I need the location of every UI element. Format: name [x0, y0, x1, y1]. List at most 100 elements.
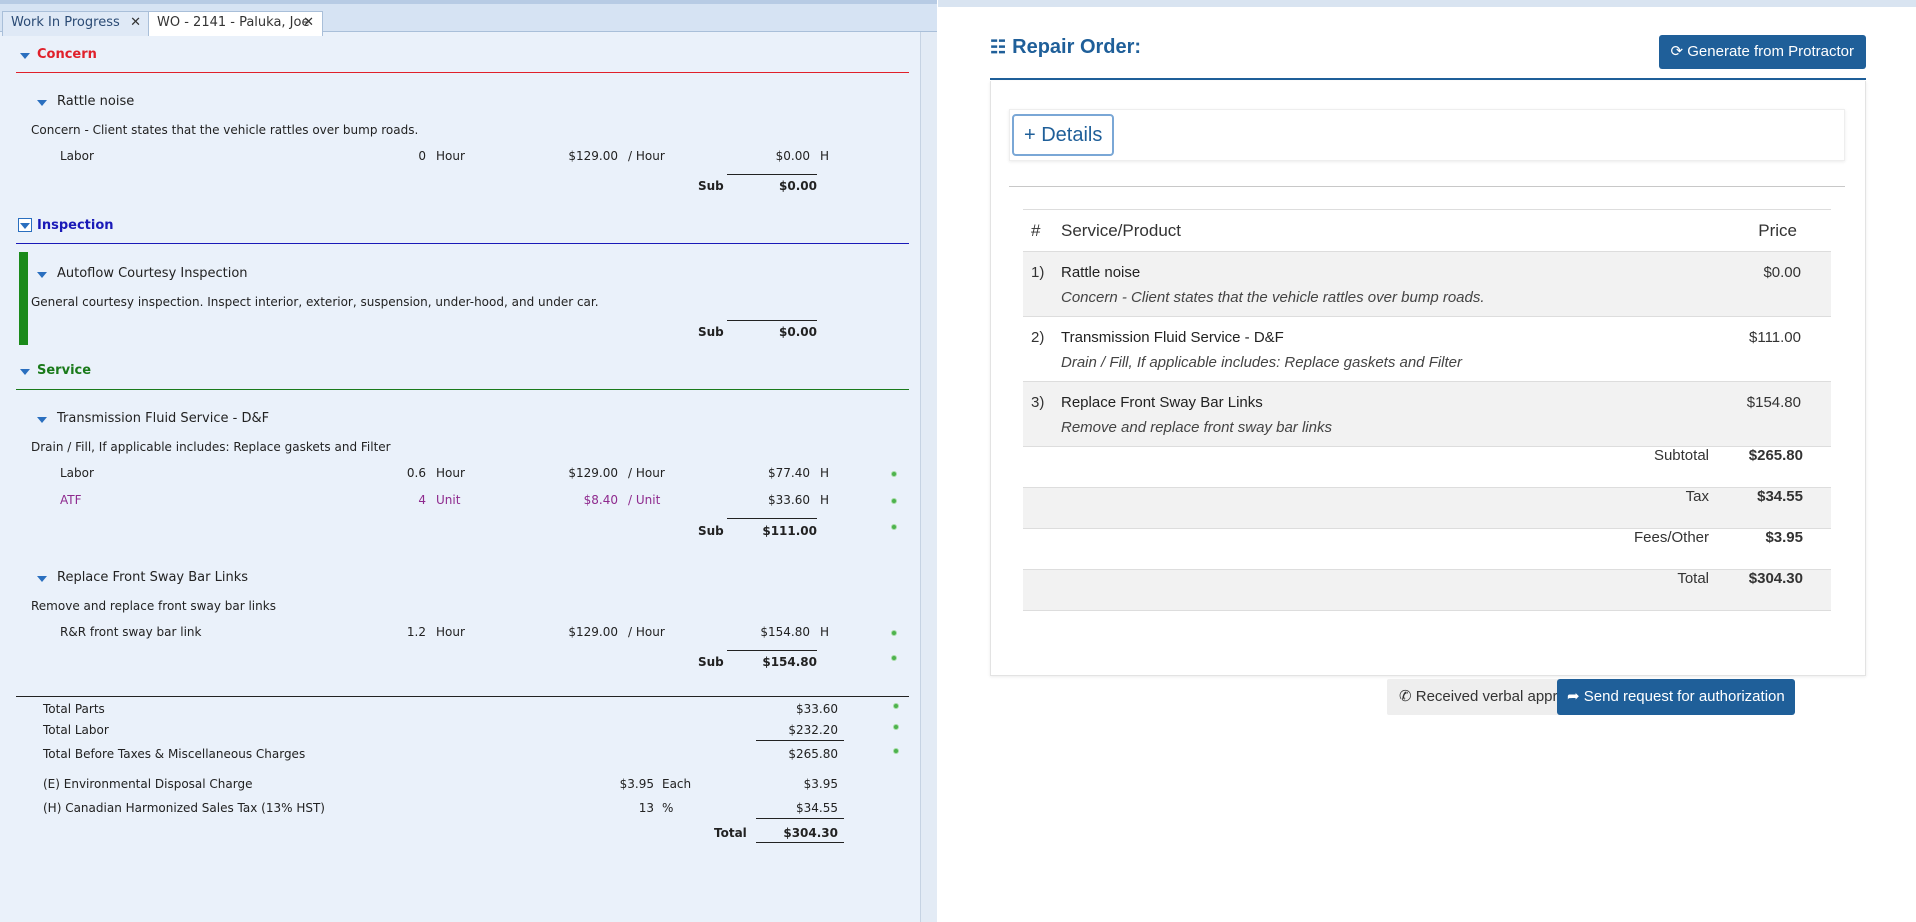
- subtotal-row: Subtotal $265.80: [1023, 446, 1831, 488]
- button-label: Send request for authorization: [1583, 688, 1785, 705]
- env-charge-label: (E) Environmental Disposal Charge: [43, 777, 253, 791]
- table-row: 1) Rattle noise Concern - Client states …: [1023, 251, 1831, 317]
- status-dot-icon: [893, 703, 899, 709]
- line-rate: $129.00: [568, 149, 618, 163]
- table-row: 3) Replace Front Sway Bar Links Remove a…: [1023, 381, 1831, 447]
- sub-rule: [756, 740, 844, 741]
- service-rule: [16, 389, 909, 390]
- card-body: + Details # Service/Product Price 1) Rat…: [990, 81, 1866, 715]
- collapse-triangle-icon[interactable]: [20, 53, 30, 59]
- concern-heading: Concern: [37, 47, 97, 62]
- hst-amount: $34.55: [796, 801, 838, 815]
- tax-label: Tax: [1023, 487, 1731, 529]
- line-code: H: [820, 466, 830, 480]
- tax-value: $34.55: [1731, 487, 1831, 529]
- row-service: Transmission Fluid Service - D&F Drain /…: [1061, 316, 1731, 382]
- total-before-tax-value: $265.80: [788, 747, 838, 761]
- service-heading: Service: [37, 363, 92, 378]
- total-parts-label: Total Parts: [43, 702, 105, 716]
- concern-sub-total: $0.00: [779, 179, 817, 193]
- line-amount: $0.00: [775, 149, 810, 163]
- line-code: H: [820, 493, 830, 507]
- close-icon[interactable]: ✕: [303, 12, 314, 34]
- status-dot-icon: [891, 524, 897, 530]
- sub-label: Sub: [698, 524, 724, 538]
- button-label: Generate from Protractor: [1687, 43, 1854, 60]
- inspection-description: General courtesy inspection. Inspect int…: [31, 295, 599, 309]
- line-rate: $129.00: [568, 625, 618, 639]
- inspection-item-title: Autoflow Courtesy Inspection: [57, 266, 248, 281]
- work-order-pane: Work In Progress ✕ WO - 2141 - Paluka, J…: [0, 0, 937, 922]
- inspection-rule: [16, 243, 909, 244]
- service-item-sub-total: $154.80: [762, 655, 817, 669]
- row-num: 1): [1023, 251, 1061, 317]
- repair-order-pane: ☷ Repair Order: ⟳ Generate from Protracto…: [938, 0, 1916, 922]
- totals-rule: [16, 696, 909, 697]
- sub-label: Sub: [698, 325, 724, 339]
- sub-label: Sub: [698, 179, 724, 193]
- fees-value: $3.95: [1731, 528, 1831, 570]
- row-price: $111.00: [1731, 316, 1831, 382]
- total-label: Total: [1023, 569, 1731, 611]
- triangle-icon: [20, 223, 30, 229]
- total-before-tax-label: Total Before Taxes & Miscellaneous Charg…: [43, 747, 306, 761]
- collapse-triangle-icon[interactable]: [20, 369, 30, 375]
- inspection-status-bar: [19, 252, 28, 345]
- line-qty: 4: [418, 493, 426, 507]
- tab-strip: Work In Progress ✕ WO - 2141 - Paluka, J…: [0, 0, 937, 36]
- concern-description: Concern - Client states that the vehicle…: [31, 123, 419, 137]
- status-dot-icon: [891, 655, 897, 661]
- tab-label: Work In Progress: [11, 15, 120, 30]
- row-num: 3): [1023, 381, 1061, 447]
- table-row: 2) Transmission Fluid Service - D&F Drai…: [1023, 316, 1831, 382]
- collapse-box-icon[interactable]: [18, 218, 32, 232]
- line-rate-unit: / Unit: [628, 493, 661, 507]
- line-code: H: [820, 625, 830, 639]
- total-labor-value: $232.20: [788, 723, 838, 737]
- work-order-content: Concern Rattle noise Concern - Client st…: [0, 32, 920, 922]
- line-qty: 0: [418, 149, 426, 163]
- tab-label: WO - 2141 - Paluka, Joe: [157, 15, 310, 30]
- line-qty: 1.2: [406, 625, 426, 639]
- total-value: $304.30: [1731, 569, 1831, 611]
- sub-label: Sub: [698, 655, 724, 669]
- status-dot-icon: [893, 724, 899, 730]
- vertical-scrollbar[interactable]: [920, 32, 937, 922]
- service-description: Remove and replace front sway bar links: [1061, 419, 1332, 436]
- sub-rule: [727, 320, 817, 321]
- service-name: Replace Front Sway Bar Links: [1061, 394, 1263, 411]
- row-service: Replace Front Sway Bar Links Remove and …: [1061, 381, 1731, 447]
- generate-from-protractor-button[interactable]: ⟳ Generate from Protractor: [1658, 35, 1866, 69]
- card-header: ☷ Repair Order: ⟳ Generate from Protracto…: [990, 26, 1866, 80]
- row-num: 2): [1023, 316, 1061, 382]
- line-name: Labor: [60, 466, 94, 480]
- service-name: Transmission Fluid Service - D&F: [1061, 329, 1284, 346]
- collapse-triangle-icon[interactable]: [37, 100, 47, 106]
- subtotal-value: $265.80: [1731, 446, 1831, 488]
- phone-icon: ✆: [1399, 688, 1412, 705]
- close-icon[interactable]: ✕: [130, 12, 141, 34]
- service-item-title: Replace Front Sway Bar Links: [57, 570, 249, 585]
- line-code: H: [820, 149, 830, 163]
- line-rate-unit: / Hour: [628, 466, 665, 480]
- grand-total-value: $304.30: [783, 826, 838, 840]
- collapse-triangle-icon[interactable]: [37, 417, 47, 423]
- hst-label: (H) Canadian Harmonized Sales Tax (13% H…: [43, 801, 325, 815]
- collapse-triangle-icon[interactable]: [37, 576, 47, 582]
- concern-rule: [16, 72, 909, 73]
- line-name: ATF: [60, 493, 82, 507]
- top-bar: [938, 0, 1916, 7]
- subtotal-label: Subtotal: [1023, 446, 1731, 488]
- title-text: Repair Order:: [1012, 36, 1142, 58]
- line-name: Labor: [60, 149, 94, 163]
- send-authorization-request-button[interactable]: ➦ Send request for authorization: [1557, 679, 1795, 715]
- total-parts-value: $33.60: [796, 702, 838, 716]
- line-rate-unit: / Hour: [628, 625, 665, 639]
- collapse-triangle-icon[interactable]: [37, 272, 47, 278]
- line-qty: 0.6: [406, 466, 426, 480]
- details-toggle-button[interactable]: + Details: [1012, 114, 1115, 156]
- env-charge-unit: Each: [662, 777, 692, 791]
- tax-row: Tax $34.55: [1023, 487, 1831, 529]
- service-description: Drain / Fill, If applicable includes: Re…: [1061, 354, 1463, 371]
- line-rate: $129.00: [568, 466, 618, 480]
